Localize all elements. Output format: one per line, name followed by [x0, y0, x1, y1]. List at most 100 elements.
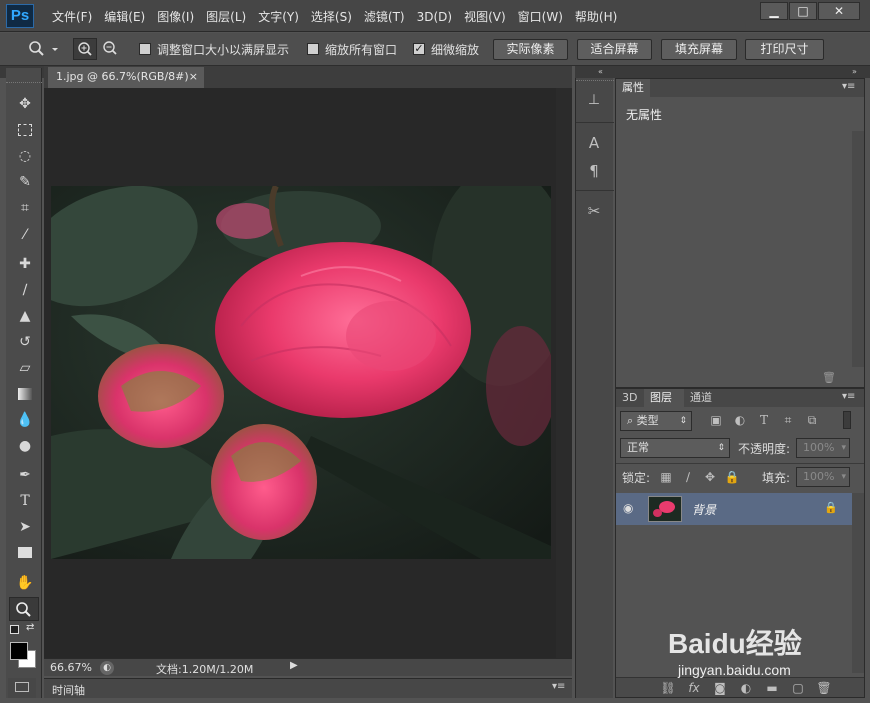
timeline-label[interactable]: 时间轴	[52, 682, 85, 698]
properties-menu-icon[interactable]: ▾≡	[842, 81, 855, 92]
status-info-icon[interactable]: ◐	[100, 661, 114, 675]
swap-colors-icon[interactable]: ⇄	[26, 622, 34, 633]
layer-name[interactable]: 背景	[692, 501, 716, 518]
move-tool-icon[interactable]: ✥	[14, 94, 36, 114]
menu-type[interactable]: 文字(Y)	[252, 0, 305, 32]
filter-pixel-icon[interactable]: ▣	[708, 413, 724, 427]
tab-channels[interactable]: 通道	[690, 389, 712, 407]
layer-style-icon[interactable]: fx	[686, 681, 702, 695]
screen-mode-icon[interactable]	[15, 682, 29, 692]
toolbox-grip[interactable]	[6, 82, 42, 88]
blend-mode-select[interactable]: 正常 ⇕	[620, 438, 730, 458]
fill-input[interactable]: 100% ▾	[796, 467, 850, 487]
zoom-tool-preset-picker[interactable]	[26, 39, 60, 59]
lock-image-icon[interactable]: ∕	[680, 470, 696, 484]
delete-layer-icon[interactable]: 🗑	[816, 681, 832, 695]
filter-smart-object-icon[interactable]: ⧉	[804, 413, 820, 428]
brush-tool-icon[interactable]: ∕	[14, 280, 36, 300]
type-tool-icon[interactable]: T	[14, 491, 36, 511]
menu-filter[interactable]: 滤镜(T)	[358, 0, 411, 32]
zoom-out-button[interactable]	[99, 38, 121, 60]
document-image[interactable]	[51, 186, 551, 559]
status-menu-arrow-icon[interactable]: ▶	[290, 660, 298, 671]
foreground-color-swatch[interactable]	[10, 642, 28, 660]
minimize-button[interactable]: ▁	[760, 2, 788, 20]
menu-image[interactable]: 图像(I)	[151, 0, 200, 32]
properties-scrollbar[interactable]	[852, 131, 864, 367]
pen-tool-icon[interactable]: ✒	[14, 465, 36, 485]
watermark-url: jingyan.baidu.com	[678, 662, 791, 678]
timeline-menu-icon[interactable]: ▾≡	[552, 681, 565, 692]
dodge-tool-icon[interactable]: ●	[14, 436, 36, 456]
tab-layers[interactable]: 图层	[644, 389, 684, 407]
lock-all-icon[interactable]: 🔒	[724, 470, 740, 484]
blur-tool-icon[interactable]: 💧	[14, 410, 36, 430]
close-tab-icon[interactable]: ×	[189, 67, 198, 87]
layer-filter-kind-select[interactable]: ⌕ 类型 ⇕	[620, 411, 692, 431]
history-brush-tool-icon[interactable]: ↺	[14, 332, 36, 352]
fill-screen-button[interactable]: 填充屏幕	[661, 39, 737, 60]
crop-tool-icon[interactable]: ⌗	[14, 198, 36, 218]
tab-3d[interactable]: 3D	[622, 389, 637, 407]
filter-adjustment-icon[interactable]: ◐	[732, 413, 748, 427]
eraser-tool-icon[interactable]: ▱	[14, 358, 36, 378]
menu-edit[interactable]: 编辑(E)	[98, 0, 151, 32]
hand-tool-icon[interactable]: ✋	[14, 573, 36, 593]
quick-selection-tool-icon[interactable]: ✎	[14, 172, 36, 192]
zoom-tool-icon[interactable]	[9, 597, 39, 621]
fit-screen-button[interactable]: 适合屏幕	[577, 39, 652, 60]
layers-scrollbar[interactable]	[852, 493, 864, 673]
actual-pixels-button[interactable]: 实际像素	[493, 39, 568, 60]
scrubby-zoom-checkbox[interactable]: ✓	[413, 43, 425, 55]
tool-presets-panel-icon[interactable]: ✂	[586, 202, 602, 220]
menu-view[interactable]: 视图(V)	[458, 0, 512, 32]
document-tab[interactable]: 1.jpg @ 66.7%(RGB/8#) ×	[48, 67, 204, 88]
filter-type-icon[interactable]: T	[756, 413, 772, 427]
paragraph-panel-icon[interactable]: ¶	[586, 162, 602, 180]
zoom-all-windows-checkbox[interactable]	[307, 43, 319, 55]
gradient-tool-icon[interactable]	[14, 384, 36, 404]
layers-menu-icon[interactable]: ▾≡	[842, 391, 855, 402]
layer-row[interactable]: ◉ 背景 🔒	[616, 493, 852, 525]
marquee-tool-icon[interactable]	[14, 120, 36, 140]
menu-select[interactable]: 选择(S)	[305, 0, 358, 32]
lock-position-icon[interactable]: ✥	[702, 470, 718, 484]
vertical-scrollbar[interactable]	[556, 88, 572, 658]
menu-help[interactable]: 帮助(H)	[569, 0, 623, 32]
clone-stamp-tool-icon[interactable]: ▲	[14, 306, 36, 326]
dock-expand-right-icon[interactable]: »	[852, 66, 857, 78]
resize-windows-checkbox[interactable]	[139, 43, 151, 55]
eyedropper-tool-icon[interactable]: ⁄	[14, 225, 36, 245]
zoom-in-button[interactable]	[73, 38, 97, 60]
adjustment-layer-icon[interactable]: ◐	[738, 681, 754, 695]
path-selection-tool-icon[interactable]: ➤	[14, 517, 36, 537]
clone-source-panel-icon[interactable]: ⊥	[586, 92, 602, 108]
menu-window[interactable]: 窗口(W)	[512, 0, 569, 32]
zoom-level[interactable]: 66.67%	[50, 661, 92, 674]
filter-shape-icon[interactable]: ⌗	[780, 413, 796, 428]
opacity-input[interactable]: 100% ▾	[796, 438, 850, 458]
menu-file[interactable]: 文件(F)	[46, 0, 98, 32]
dock-collapse-left-icon[interactable]: «	[598, 66, 603, 78]
lock-transparent-icon[interactable]: ▦	[658, 470, 674, 484]
lasso-tool-icon[interactable]: ◌	[14, 146, 36, 166]
new-layer-icon[interactable]: ▢	[790, 681, 806, 695]
character-panel-icon[interactable]: A	[586, 134, 602, 152]
visibility-eye-icon[interactable]: ◉	[623, 501, 633, 515]
rectangle-tool-icon[interactable]	[14, 543, 36, 563]
trash-icon[interactable]: 🗑	[822, 371, 836, 384]
tab-properties[interactable]: 属性	[616, 79, 650, 97]
maximize-button[interactable]: □	[789, 2, 817, 20]
zoom-out-icon	[103, 41, 117, 55]
print-size-button[interactable]: 打印尺寸	[745, 39, 824, 60]
filter-toggle-switch[interactable]	[843, 411, 851, 429]
menu-bar: Ps 文件(F) 编辑(E) 图像(I) 图层(L) 文字(Y) 选择(S) 滤…	[0, 0, 870, 32]
new-group-icon[interactable]: ▬	[764, 681, 780, 695]
link-layers-icon[interactable]: ⛓	[660, 681, 676, 695]
add-mask-icon[interactable]: ◙	[712, 681, 728, 695]
close-button[interactable]: ✕	[818, 2, 860, 20]
menu-layer[interactable]: 图层(L)	[200, 0, 252, 32]
menu-3d[interactable]: 3D(D)	[411, 0, 458, 32]
default-colors-icon[interactable]	[10, 625, 19, 634]
healing-brush-tool-icon[interactable]: ✚	[14, 254, 36, 274]
